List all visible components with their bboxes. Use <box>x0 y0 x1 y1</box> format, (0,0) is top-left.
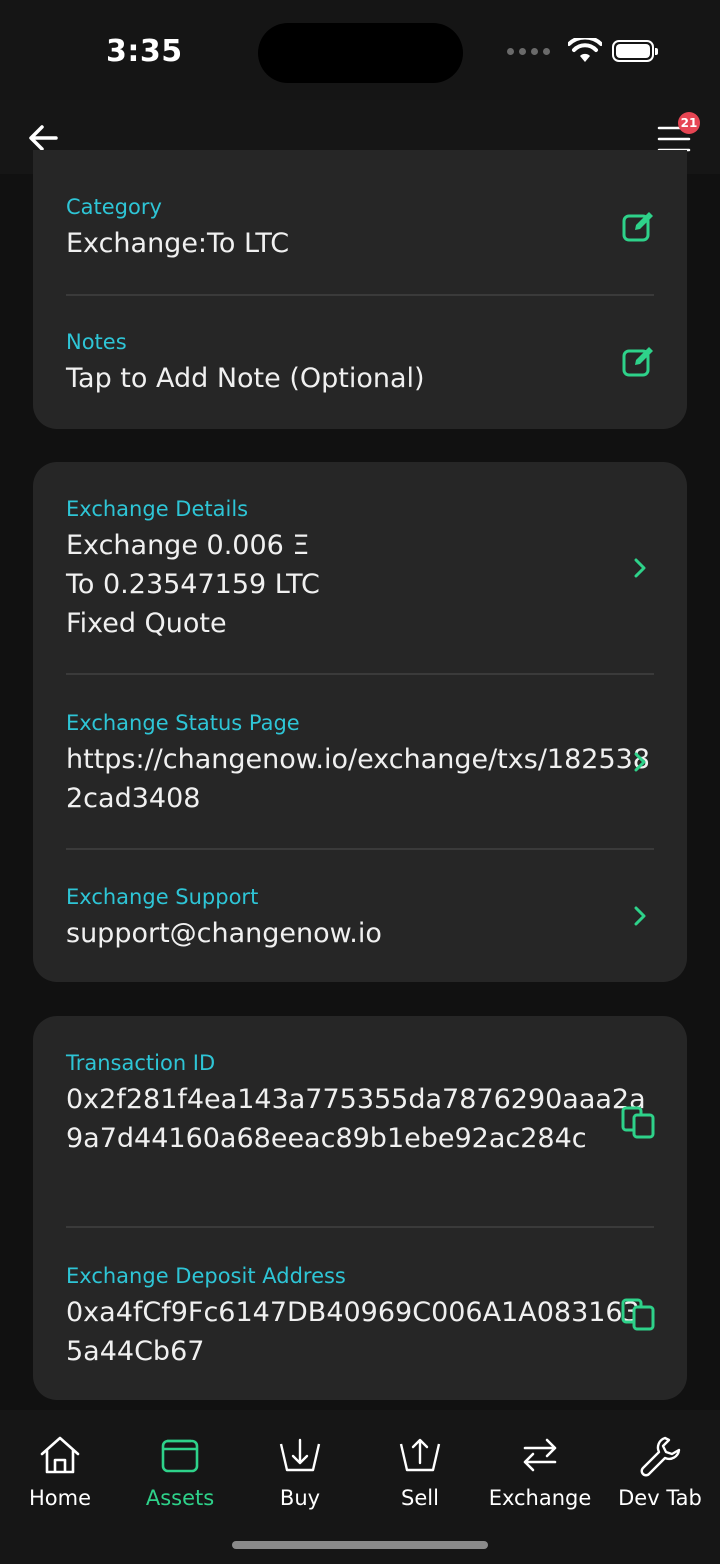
copy-icon[interactable] <box>621 1104 657 1140</box>
status-icons <box>507 38 658 64</box>
exchange-details-line2: To 0.23547159 LTC <box>66 569 320 600</box>
transaction-id-row[interactable]: Transaction ID 0x2f281f4ea143a775355da78… <box>66 1050 654 1158</box>
tab-buy-label: Buy <box>279 1486 321 1510</box>
status-time: 3:35 <box>106 34 183 69</box>
cellular-signal-icon <box>507 47 550 55</box>
buy-icon <box>279 1438 321 1472</box>
divider <box>66 673 654 675</box>
divider <box>66 294 654 296</box>
tab-home-label: Home <box>28 1486 91 1510</box>
exchange-details-line1: Exchange 0.006 Ξ <box>66 530 310 561</box>
transaction-id-label: Transaction ID <box>66 1051 216 1075</box>
deposit-address-label: Exchange Deposit Address <box>66 1264 346 1288</box>
chevron-right-icon[interactable] <box>621 744 657 780</box>
sell-icon <box>399 1438 441 1472</box>
chevron-right-icon[interactable] <box>621 898 657 934</box>
wifi-icon <box>568 38 602 62</box>
notes-value: Tap to Add Note (Optional) <box>66 363 425 394</box>
exchange-support-email[interactable]: support@changenow.io <box>66 914 654 953</box>
exchange-status-row[interactable]: Exchange Status Page https://changenow.i… <box>66 710 654 818</box>
category-value: Exchange:To LTC <box>66 228 290 259</box>
exchange-details-line3: Fixed Quote <box>66 608 227 639</box>
exchange-details-label: Exchange Details <box>66 497 249 521</box>
exchange-details-row[interactable]: Exchange Details Exchange 0.006 Ξ To 0.2… <box>66 496 654 643</box>
tab-dev[interactable]: Dev Tab <box>600 1432 720 1510</box>
wrench-icon <box>640 1436 681 1477</box>
tab-sell[interactable]: Sell <box>360 1432 480 1510</box>
status-bar: 3:35 <box>0 0 720 100</box>
exchange-details-card: Exchange Details Exchange 0.006 Ξ To 0.2… <box>33 462 687 982</box>
exchange-support-row[interactable]: Exchange Support support@changenow.io <box>66 884 654 953</box>
tab-assets[interactable]: Assets <box>120 1432 240 1510</box>
notes-label: Notes <box>66 330 127 354</box>
tab-dev-label: Dev Tab <box>618 1486 702 1510</box>
tab-exchange[interactable]: Exchange <box>480 1432 600 1510</box>
divider <box>66 1226 654 1228</box>
chevron-right-icon[interactable] <box>621 550 657 586</box>
tab-assets-label: Assets <box>145 1486 215 1510</box>
category-notes-card: Category Exchange:To LTC Notes Tap to Ad… <box>33 150 687 429</box>
exchange-status-label: Exchange Status Page <box>66 711 300 735</box>
home-icon <box>40 1436 80 1474</box>
notification-badge: 21 <box>678 112 700 134</box>
edit-icon[interactable] <box>621 343 657 379</box>
deposit-address-row[interactable]: Exchange Deposit Address 0xa4fCf9Fc6147D… <box>66 1263 654 1371</box>
tab-exchange-label: Exchange <box>488 1486 592 1510</box>
deposit-address-value: 0xa4fCf9Fc6147DB40969C006A1A0831635a44Cb… <box>66 1297 640 1367</box>
transaction-card: Transaction ID 0x2f281f4ea143a775355da78… <box>33 1016 687 1400</box>
transaction-id-value: 0x2f281f4ea143a775355da7876290aaa2a9a7d4… <box>66 1084 646 1154</box>
divider <box>66 848 654 850</box>
edit-icon[interactable] <box>621 208 657 244</box>
tab-home[interactable]: Home <box>0 1432 120 1510</box>
exchange-support-label: Exchange Support <box>66 885 259 909</box>
wallet-icon <box>161 1439 199 1473</box>
copy-icon[interactable] <box>621 1296 657 1332</box>
tab-buy[interactable]: Buy <box>240 1432 360 1510</box>
category-label: Category <box>66 195 162 219</box>
category-row[interactable]: Category Exchange:To LTC <box>66 194 654 263</box>
battery-icon <box>612 40 658 62</box>
tab-sell-label: Sell <box>401 1486 439 1510</box>
home-indicator <box>232 1541 488 1549</box>
exchange-status-link[interactable]: https://changenow.io/exchange/txs/182538… <box>66 740 654 818</box>
notes-row[interactable]: Notes Tap to Add Note (Optional) <box>66 329 654 398</box>
exchange-icon <box>523 1438 557 1472</box>
dynamic-island <box>258 23 463 83</box>
